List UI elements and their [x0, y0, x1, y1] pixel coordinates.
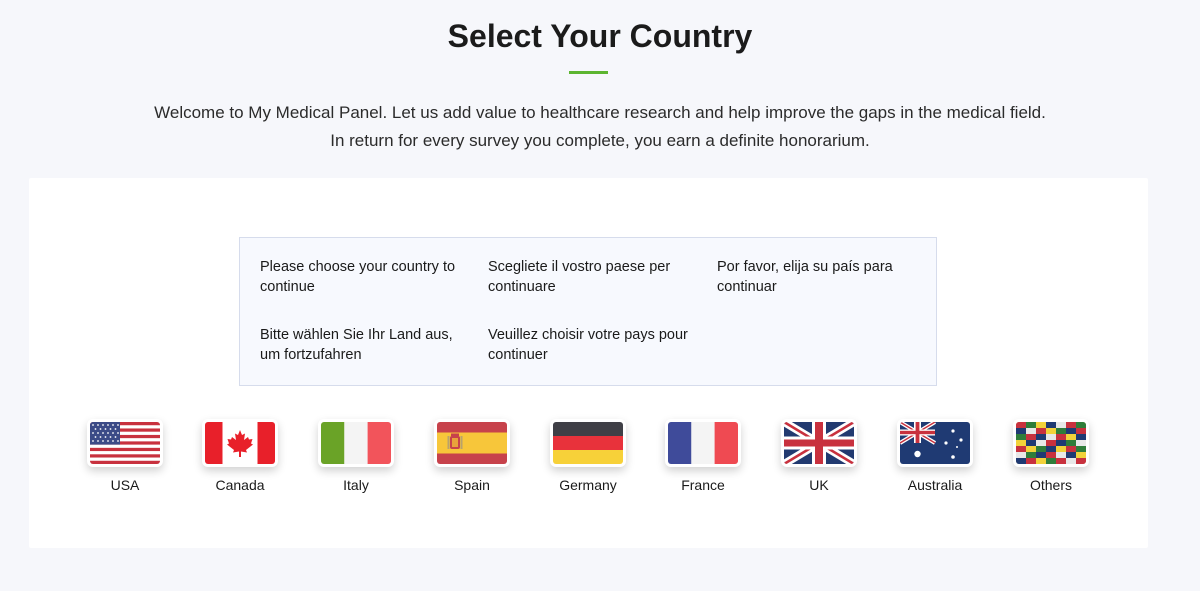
flag-frame — [897, 419, 973, 467]
notice-german: Bitte wählen Sie Ihr Land aus, um fortzu… — [260, 327, 453, 363]
flag-frame — [550, 419, 626, 467]
flag-frame — [202, 419, 278, 467]
notice-spanish: Por favor, elija su país para continuar — [717, 259, 893, 295]
country-label-germany: Germany — [559, 477, 617, 493]
country-option-germany[interactable]: Germany — [543, 419, 633, 499]
country-label-uk: UK — [809, 477, 829, 493]
country-option-others[interactable]: Others — [1006, 419, 1096, 499]
country-option-spain[interactable]: Spain — [427, 419, 517, 499]
flag-frame — [781, 419, 857, 467]
country-option-france[interactable]: France — [658, 419, 748, 499]
intro-line-1: Welcome to My Medical Panel. Let us add … — [154, 103, 1046, 122]
uk-flag-icon — [784, 422, 854, 464]
country-label-spain: Spain — [454, 477, 490, 493]
country-card: Please choose your country to continue S… — [29, 178, 1148, 548]
world-flags-icon — [1016, 422, 1086, 464]
spain-flag-icon — [437, 422, 507, 464]
flag-frame — [1013, 419, 1089, 467]
notice-french: Veuillez choisir votre pays pour continu… — [488, 327, 688, 363]
country-label-australia: Australia — [907, 477, 963, 493]
country-label-usa: USA — [110, 477, 140, 493]
italy-flag-icon — [321, 422, 391, 464]
notice-italian: Scegliete il vostro paese per continuare — [488, 259, 671, 295]
intro-text: Welcome to My Medical Panel. Let us add … — [0, 99, 1200, 155]
france-flag-icon — [668, 422, 738, 464]
country-option-usa[interactable]: USA — [80, 419, 170, 499]
flag-frame — [665, 419, 741, 467]
country-option-italy[interactable]: Italy — [311, 419, 401, 499]
country-label-others: Others — [1029, 477, 1072, 493]
flag-frame — [87, 419, 163, 467]
canada-flag-icon — [205, 422, 275, 464]
country-option-canada[interactable]: Canada — [195, 419, 285, 499]
notice-english: Please choose your country to continue — [260, 259, 456, 295]
flag-frame — [318, 419, 394, 467]
country-option-australia[interactable]: Australia — [890, 419, 980, 499]
country-label-italy: Italy — [343, 477, 369, 493]
australia-flag-icon — [900, 422, 970, 464]
page-title: Select Your Country — [447, 18, 753, 54]
country-label-france: France — [681, 477, 725, 493]
title-underline — [569, 71, 608, 74]
usa-flag-icon — [90, 422, 160, 464]
flag-frame — [434, 419, 510, 467]
germany-flag-icon — [553, 422, 623, 464]
country-option-uk[interactable]: UK — [774, 419, 864, 499]
intro-line-2: In return for every survey you complete,… — [330, 131, 870, 150]
country-label-canada: Canada — [215, 477, 265, 493]
language-notice: Please choose your country to continue S… — [239, 237, 937, 386]
